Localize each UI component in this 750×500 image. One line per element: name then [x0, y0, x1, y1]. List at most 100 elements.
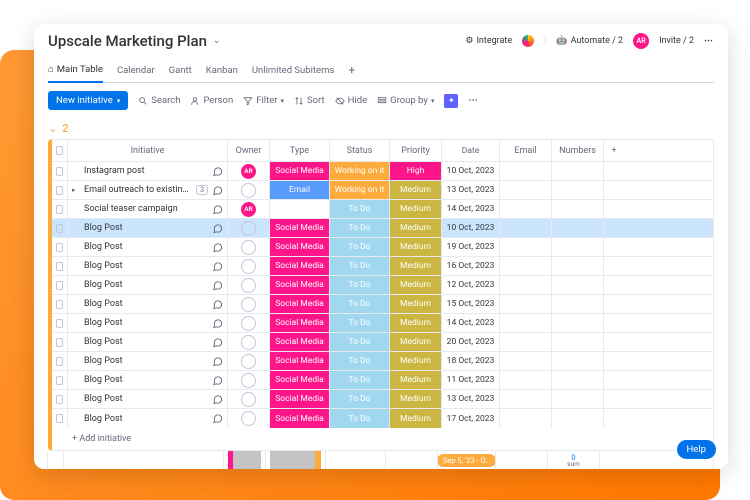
numbers-cell[interactable]: [552, 333, 604, 351]
initiative-cell[interactable]: Blog Post: [68, 295, 228, 313]
owner-cell[interactable]: [228, 371, 270, 389]
row-checkbox[interactable]: [52, 276, 68, 294]
date-cell[interactable]: 14 Oct, 2023: [442, 314, 500, 332]
priority-cell[interactable]: Medium: [390, 333, 442, 351]
table-row[interactable]: Blog PostSocial MediaTo DoMedium19 Oct, …: [52, 238, 713, 257]
chat-icon[interactable]: [212, 356, 223, 367]
row-checkbox[interactable]: [52, 371, 68, 389]
automate-button[interactable]: 🤖 Automate / 2: [556, 36, 623, 46]
date-cell[interactable]: 14 Oct, 2023: [442, 200, 500, 218]
integration-icon[interactable]: [522, 35, 534, 47]
owner-cell[interactable]: AR: [228, 162, 270, 180]
chat-icon[interactable]: [212, 242, 223, 253]
chevron-down-icon[interactable]: ⌄: [213, 36, 221, 46]
more-menu-icon[interactable]: ⋯: [704, 36, 714, 46]
board-body[interactable]: ⌄ 2 Initiative Owner Type Status Priorit…: [34, 118, 728, 469]
type-cell[interactable]: Social Media: [270, 257, 330, 275]
table-row[interactable]: Blog PostSocial MediaTo DoMedium20 Oct, …: [52, 333, 713, 352]
type-cell[interactable]: Social Media: [270, 219, 330, 237]
priority-cell[interactable]: Medium: [390, 219, 442, 237]
initiative-cell[interactable]: ▸Email outreach to existing …3: [68, 181, 228, 199]
chat-icon[interactable]: [212, 394, 223, 405]
initiative-cell[interactable]: Blog Post: [68, 352, 228, 370]
email-cell[interactable]: [500, 409, 552, 428]
table-row[interactable]: Blog PostSocial MediaTo DoMedium14 Oct, …: [52, 314, 713, 333]
email-cell[interactable]: [500, 314, 552, 332]
ai-wand-button[interactable]: ✦: [444, 94, 458, 108]
table-row[interactable]: Blog PostSocial MediaTo DoMedium13 Oct, …: [52, 390, 713, 409]
date-cell[interactable]: 19 Oct, 2023: [442, 238, 500, 256]
chat-icon[interactable]: [212, 185, 223, 196]
type-cell[interactable]: Social Media: [270, 352, 330, 370]
table-row[interactable]: Blog PostSocial MediaTo DoMedium10 Oct, …: [52, 219, 713, 238]
chat-icon[interactable]: [212, 280, 223, 291]
chat-icon[interactable]: [212, 261, 223, 272]
type-cell[interactable]: [270, 200, 330, 218]
date-cell[interactable]: 12 Oct, 2023: [442, 276, 500, 294]
col-type[interactable]: Type: [270, 140, 330, 161]
date-cell[interactable]: 10 Oct, 2023: [442, 219, 500, 237]
tab-kanban[interactable]: Kanban: [206, 58, 238, 82]
initiative-cell[interactable]: Social teaser campaign: [68, 200, 228, 218]
owner-cell[interactable]: [228, 238, 270, 256]
initiative-cell[interactable]: Blog Post: [68, 257, 228, 275]
status-cell[interactable]: To Do: [330, 276, 390, 294]
initiative-cell[interactable]: Blog Post: [68, 371, 228, 389]
email-cell[interactable]: [500, 333, 552, 351]
status-cell[interactable]: To Do: [330, 238, 390, 256]
row-checkbox[interactable]: [52, 219, 68, 237]
initiative-cell[interactable]: Blog Post: [68, 314, 228, 332]
row-checkbox[interactable]: [52, 257, 68, 275]
date-cell[interactable]: 13 Oct, 2023: [442, 390, 500, 408]
board-title[interactable]: Upscale Marketing Plan: [48, 32, 207, 50]
sort-button[interactable]: Sort: [294, 95, 325, 106]
chat-icon[interactable]: [212, 318, 223, 329]
person-filter-button[interactable]: Person: [190, 95, 233, 106]
table-row[interactable]: Blog PostSocial MediaTo DoMedium11 Oct, …: [52, 371, 713, 390]
priority-cell[interactable]: Medium: [390, 314, 442, 332]
new-initiative-button[interactable]: New initiative ▾: [48, 91, 128, 110]
row-checkbox[interactable]: [52, 314, 68, 332]
numbers-cell[interactable]: [552, 314, 604, 332]
hide-button[interactable]: Hide: [335, 95, 367, 106]
table-row[interactable]: Instagram postARSocial MediaWorking on i…: [52, 162, 713, 181]
expand-icon[interactable]: ▸: [72, 186, 80, 194]
table-row[interactable]: Blog PostSocial MediaTo DoMedium17 Oct, …: [52, 409, 713, 428]
email-cell[interactable]: [500, 181, 552, 199]
status-cell[interactable]: To Do: [330, 257, 390, 275]
type-cell[interactable]: Social Media: [270, 409, 330, 428]
status-cell[interactable]: To Do: [330, 200, 390, 218]
help-button[interactable]: Help: [677, 440, 716, 459]
owner-cell[interactable]: [228, 314, 270, 332]
email-cell[interactable]: [500, 276, 552, 294]
owner-cell[interactable]: [228, 333, 270, 351]
checkbox-header[interactable]: [52, 140, 68, 161]
initiative-cell[interactable]: Blog Post: [68, 333, 228, 351]
priority-cell[interactable]: High: [390, 162, 442, 180]
priority-cell[interactable]: Medium: [390, 276, 442, 294]
date-cell[interactable]: 13 Oct, 2023: [442, 181, 500, 199]
row-checkbox[interactable]: [52, 200, 68, 218]
filter-button[interactable]: Filter▾: [243, 95, 284, 106]
chat-icon[interactable]: [212, 166, 223, 177]
chat-icon[interactable]: [212, 337, 223, 348]
owner-cell[interactable]: [228, 219, 270, 237]
owner-cell[interactable]: [228, 409, 270, 428]
numbers-cell[interactable]: [552, 162, 604, 180]
row-checkbox[interactable]: [52, 238, 68, 256]
col-owner[interactable]: Owner: [228, 140, 270, 161]
initiative-cell[interactable]: Blog Post: [68, 409, 228, 428]
priority-cell[interactable]: Medium: [390, 409, 442, 428]
owner-cell[interactable]: [228, 295, 270, 313]
numbers-cell[interactable]: [552, 181, 604, 199]
initiative-cell[interactable]: Blog Post: [68, 238, 228, 256]
col-numbers[interactable]: Numbers: [552, 140, 604, 161]
status-cell[interactable]: To Do: [330, 333, 390, 351]
date-cell[interactable]: 16 Oct, 2023: [442, 257, 500, 275]
table-row[interactable]: Blog PostSocial MediaTo DoMedium15 Oct, …: [52, 295, 713, 314]
priority-cell[interactable]: Medium: [390, 371, 442, 389]
chat-icon[interactable]: [212, 204, 223, 215]
initiative-cell[interactable]: Blog Post: [68, 219, 228, 237]
priority-cell[interactable]: Medium: [390, 352, 442, 370]
status-cell[interactable]: To Do: [330, 409, 390, 428]
